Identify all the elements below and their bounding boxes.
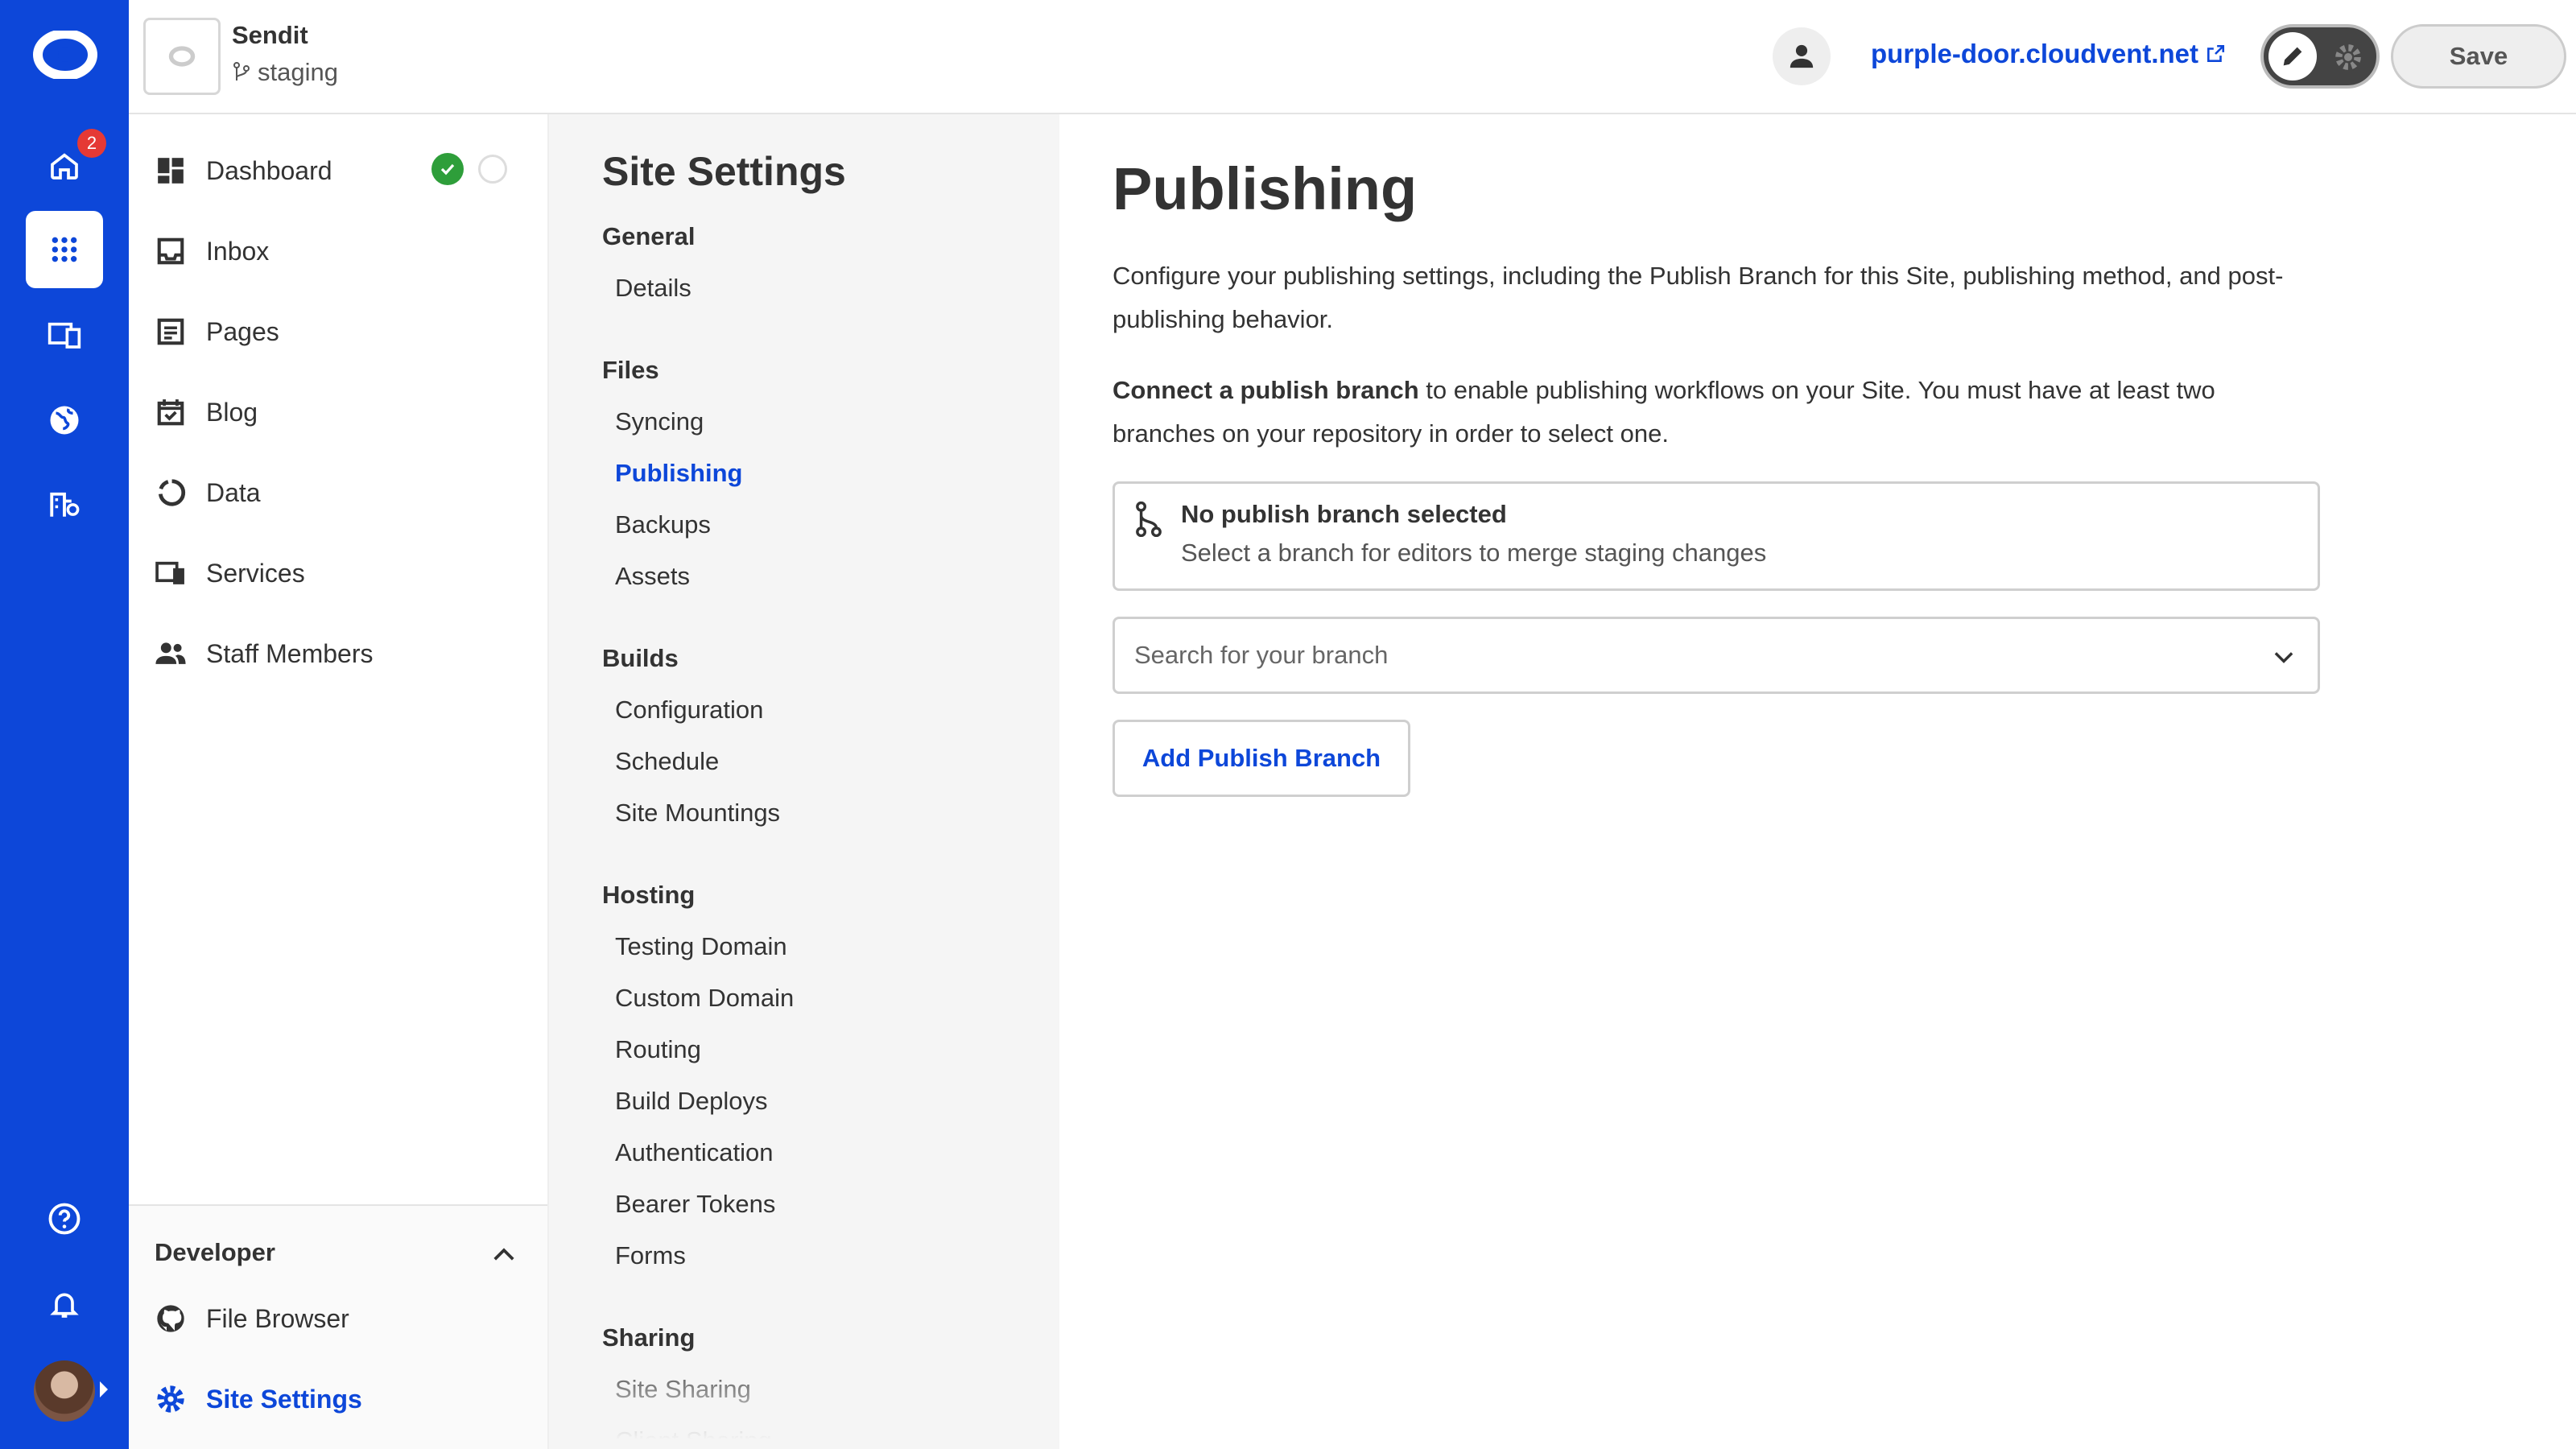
page-description: Configure your publishing settings, incl… [1113, 262, 2284, 333]
developer-heading[interactable]: Developer [155, 1238, 275, 1267]
subnav-link-build-deploys[interactable]: Build Deploys [615, 1087, 768, 1116]
status-pending-icon [478, 155, 507, 184]
subnav-link-testing-domain[interactable]: Testing Domain [615, 932, 787, 961]
blog-calendar-icon [155, 396, 187, 428]
no-branch-notice: No publish branch selected Select a bran… [1113, 481, 2320, 591]
top-bar: Sendit staging purple-door.cloudvent.net… [129, 0, 2576, 114]
group-builds: Builds [602, 644, 679, 672]
nav-label: Pages [206, 316, 279, 346]
nav-label: Staff Members [206, 638, 374, 668]
subnav-link-schedule[interactable]: Schedule [615, 747, 719, 776]
site-domain-link[interactable]: purple-door.cloudvent.net [1871, 39, 2226, 69]
people-icon [155, 638, 187, 670]
nav-label: Dashboard [206, 155, 332, 185]
account-icon[interactable] [1773, 27, 1831, 85]
developer-section: Developer File Browser Site Settings [129, 1204, 547, 1449]
check-icon [431, 153, 464, 185]
github-icon [155, 1302, 187, 1335]
nav-item-site-settings[interactable]: Site Settings [155, 1375, 362, 1423]
add-publish-branch-button[interactable]: Add Publish Branch [1113, 720, 1410, 797]
avatar-caret-icon [100, 1381, 108, 1397]
subnav-link-publishing[interactable]: Publishing [615, 459, 742, 488]
data-icon [155, 477, 187, 509]
group-general: General [602, 222, 696, 250]
nav-label: Data [206, 477, 261, 507]
bell-icon[interactable] [26, 1265, 103, 1343]
nav-item-file-browser[interactable]: File Browser [155, 1294, 349, 1343]
nav-label: Inbox [206, 236, 270, 266]
branch-search-select[interactable] [1113, 617, 2320, 694]
nav-label: Site Settings [206, 1384, 362, 1414]
dashboard-icon [155, 155, 187, 187]
page-title: Publishing [1113, 155, 1418, 222]
nav-item-services[interactable]: Services [155, 549, 305, 597]
site-name[interactable]: Sendit [232, 21, 308, 50]
nav-item-inbox[interactable]: Inbox [155, 227, 269, 275]
subnav-link-backups[interactable]: Backups [615, 510, 711, 539]
edit-mode-toggle[interactable] [2260, 24, 2380, 89]
site-branch[interactable]: staging [232, 58, 338, 87]
subnav-link-configuration[interactable]: Configuration [615, 696, 763, 724]
help-icon[interactable] [26, 1180, 103, 1257]
nav-item-blog[interactable]: Blog [155, 388, 258, 436]
chevron-up-icon[interactable] [488, 1238, 520, 1270]
user-avatar[interactable] [34, 1360, 95, 1422]
nav-item-staff-members[interactable]: Staff Members [155, 630, 373, 678]
settings-subnav: Site Settings General Details Files Sync… [549, 114, 1059, 1449]
connect-bold: Connect a publish branch [1113, 376, 1419, 404]
branch-search-input[interactable] [1134, 637, 2245, 674]
main-content: Publishing Configure your publishing set… [1059, 114, 2576, 1449]
apps-icon[interactable] [26, 211, 103, 288]
subnav-link-site-mountings[interactable]: Site Mountings [615, 799, 780, 828]
branch-icon [1136, 502, 1162, 537]
save-button[interactable]: Save [2391, 24, 2566, 89]
nav-item-pages[interactable]: Pages [155, 308, 279, 356]
app-rail: 2 [0, 0, 129, 1449]
devices-icon[interactable] [26, 296, 103, 374]
subnav-link-assets[interactable]: Assets [615, 562, 690, 591]
subnav-link-forms[interactable]: Forms [615, 1241, 686, 1270]
nav-label: Services [206, 558, 305, 588]
subnav-link-syncing[interactable]: Syncing [615, 407, 704, 436]
nav-item-dashboard[interactable]: Dashboard [155, 147, 332, 195]
inbox-icon [155, 235, 187, 267]
organization-icon[interactable] [26, 465, 103, 543]
branch-icon [233, 62, 250, 80]
nav-label: File Browser [206, 1303, 349, 1333]
subnav-link-details[interactable]: Details [615, 274, 691, 303]
subnav-title: Site Settings [602, 149, 846, 194]
group-sharing: Sharing [602, 1323, 696, 1352]
subnav-link-authentication[interactable]: Authentication [615, 1138, 773, 1167]
external-link-icon [2207, 44, 2225, 62]
nav-label: Blog [206, 397, 258, 427]
subnav-link-site-sharing[interactable]: Site Sharing [615, 1375, 751, 1404]
branch-label: staging [258, 58, 338, 86]
subnav-link-bearer-tokens[interactable]: Bearer Tokens [615, 1190, 775, 1219]
gear-icon [2328, 37, 2368, 77]
notification-badge: 2 [77, 129, 106, 158]
domain-label: purple-door.cloudvent.net [1871, 39, 2199, 68]
subnav-link-custom-domain[interactable]: Custom Domain [615, 984, 794, 1013]
chevron-down-icon[interactable] [2268, 642, 2300, 674]
pencil-icon [2268, 32, 2317, 80]
cloudcannon-logo-icon[interactable] [32, 29, 98, 80]
notice-title: No publish branch selected [1181, 500, 1507, 528]
group-files: Files [602, 356, 659, 384]
nav-item-data[interactable]: Data [155, 469, 261, 517]
subnav-link-routing[interactable]: Routing [615, 1035, 701, 1064]
services-icon [155, 557, 187, 589]
pages-icon [155, 316, 187, 348]
connect-description: Connect a publish branch to enable publi… [1113, 369, 2320, 456]
group-hosting: Hosting [602, 881, 696, 909]
site-thumbnail[interactable] [143, 18, 221, 95]
globe-icon[interactable] [26, 382, 103, 459]
subnav-link-client-sharing[interactable]: Client Sharing [615, 1426, 772, 1449]
gear-icon [155, 1383, 187, 1415]
site-nav: Dashboard Inbox Pages Blog Data Services… [129, 114, 549, 1449]
notice-subtitle: Select a branch for editors to merge sta… [1181, 539, 1767, 567]
